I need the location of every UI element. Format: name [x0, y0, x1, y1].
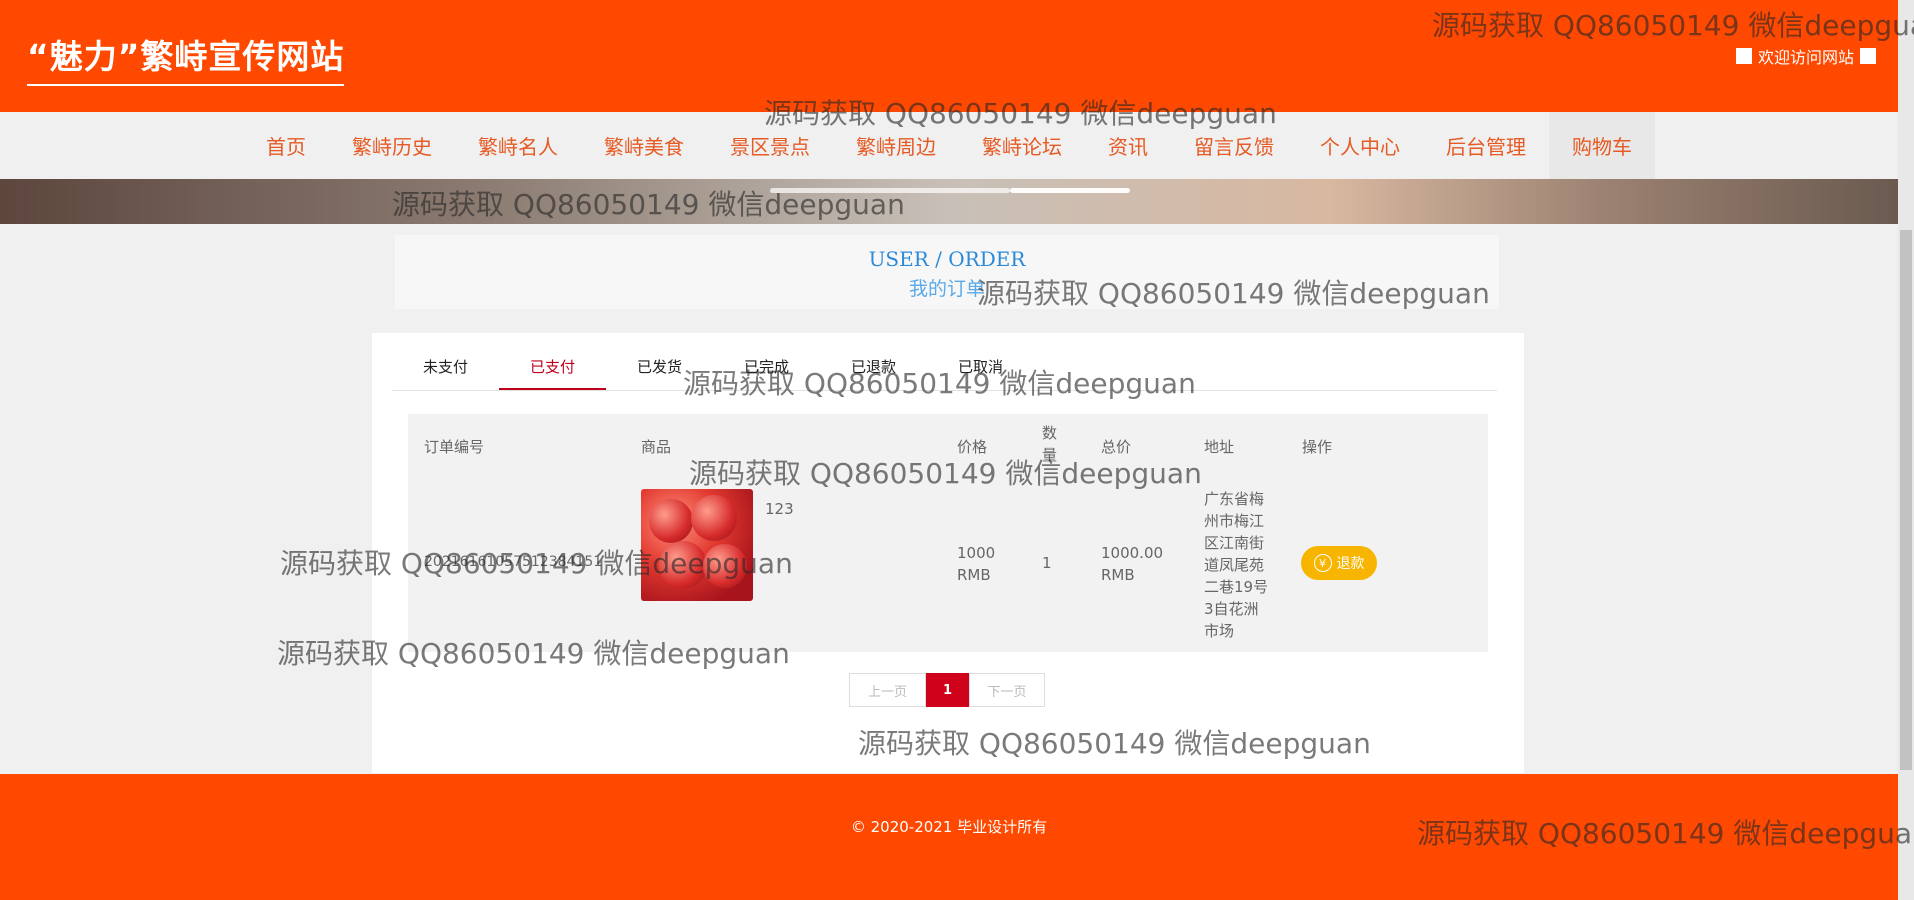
nav-item-cart[interactable]: 购物车 — [1549, 112, 1655, 179]
page-title-box: USER / ORDER 我的订单 — [395, 235, 1499, 309]
nav-item-forum[interactable]: 繁峙论坛 — [959, 112, 1085, 179]
square-icon — [1735, 48, 1752, 64]
shipping-address: 广东省梅州市梅江区江南街道凤尾苑二巷19号3自花洲市场 — [1204, 490, 1269, 640]
column-header-address: 地址 — [1204, 438, 1235, 456]
current-page[interactable]: 1 — [926, 673, 969, 707]
product-thumbnail[interactable] — [641, 489, 753, 601]
copyright-text: © 2020-2021 毕业设计所有 — [850, 818, 1048, 836]
column-header-order-no: 订单编号 — [424, 438, 485, 456]
nav-item-surroundings[interactable]: 繁峙周边 — [833, 112, 959, 179]
product-price: 1000 RMB — [957, 544, 996, 584]
order-status-tabs: 未支付 已支付 已发货 已完成 已退款 已取消 — [392, 343, 1497, 391]
column-header-qty: 数量 — [1042, 424, 1058, 464]
yen-icon: ¥ — [1313, 554, 1332, 572]
order-number: 20216161057512384151 — [424, 554, 603, 570]
site-title[interactable]: “魅力”繁峙宣传网站 — [27, 30, 345, 86]
refund-button-label: 退款 — [1336, 556, 1365, 572]
column-header-total: 总价 — [1101, 438, 1132, 456]
order-quantity: 1 — [1042, 554, 1052, 572]
page-scrollbar[interactable] — [1898, 0, 1914, 900]
site-header: “魅力”繁峙宣传网站 欢迎访问网站 — [0, 0, 1898, 112]
banner-image — [0, 179, 1898, 224]
prev-page-button[interactable]: 上一页 — [849, 673, 926, 707]
nav-item-news[interactable]: 资讯 — [1085, 112, 1171, 179]
pagination: 上一页 1 下一页 — [849, 673, 1045, 707]
tab-refunded[interactable]: 已退款 — [820, 343, 927, 390]
refund-button[interactable]: ¥ 退款 — [1301, 546, 1377, 580]
tab-shipped[interactable]: 已发货 — [606, 343, 713, 390]
column-header-price: 价格 — [957, 438, 988, 456]
tab-unpaid[interactable]: 未支付 — [392, 343, 499, 390]
page-title-en: USER / ORDER — [868, 247, 1026, 271]
welcome-bar: 欢迎访问网站 — [1735, 44, 1876, 68]
order-panel: 未支付 已支付 已发货 已完成 已退款 已取消 订单编号 商品 价格 数量 总价… — [372, 333, 1524, 773]
tab-paid[interactable]: 已支付 — [499, 343, 606, 390]
carousel-indicator-active[interactable] — [1010, 188, 1130, 193]
square-icon — [1860, 48, 1876, 64]
tab-cancelled[interactable]: 已取消 — [927, 343, 1034, 390]
product-name[interactable]: 123 — [765, 500, 794, 518]
site-footer: © 2020-2021 毕业设计所有 — [0, 774, 1898, 900]
column-header-action: 操作 — [1302, 438, 1333, 456]
nav-item-food[interactable]: 繁峙美食 — [581, 112, 707, 179]
column-header-product: 商品 — [641, 438, 672, 456]
welcome-text: 欢迎访问网站 — [1757, 48, 1854, 67]
order-table: 订单编号 商品 价格 数量 总价 地址 操作 20216161057512384… — [408, 414, 1488, 652]
nav-item-admin[interactable]: 后台管理 — [1423, 112, 1549, 179]
carousel-indicator[interactable] — [770, 188, 1010, 193]
nav-item-history[interactable]: 繁峙历史 — [329, 112, 455, 179]
nav-item-celebrities[interactable]: 繁峙名人 — [455, 112, 581, 179]
tab-completed[interactable]: 已完成 — [713, 343, 820, 390]
scrollbar-thumb[interactable] — [1900, 230, 1912, 770]
nav-item-feedback[interactable]: 留言反馈 — [1171, 112, 1297, 179]
order-total: 1000.00 RMB — [1101, 544, 1164, 584]
nav-item-home[interactable]: 首页 — [243, 112, 329, 179]
main-nav: 首页 繁峙历史 繁峙名人 繁峙美食 景区景点 繁峙周边 繁峙论坛 资讯 留言反馈… — [0, 112, 1898, 179]
nav-item-scenic-spots[interactable]: 景区景点 — [707, 112, 833, 179]
nav-item-personal-center[interactable]: 个人中心 — [1297, 112, 1423, 179]
next-page-button[interactable]: 下一页 — [969, 673, 1045, 707]
page-title-cn: 我的订单 — [908, 278, 985, 300]
